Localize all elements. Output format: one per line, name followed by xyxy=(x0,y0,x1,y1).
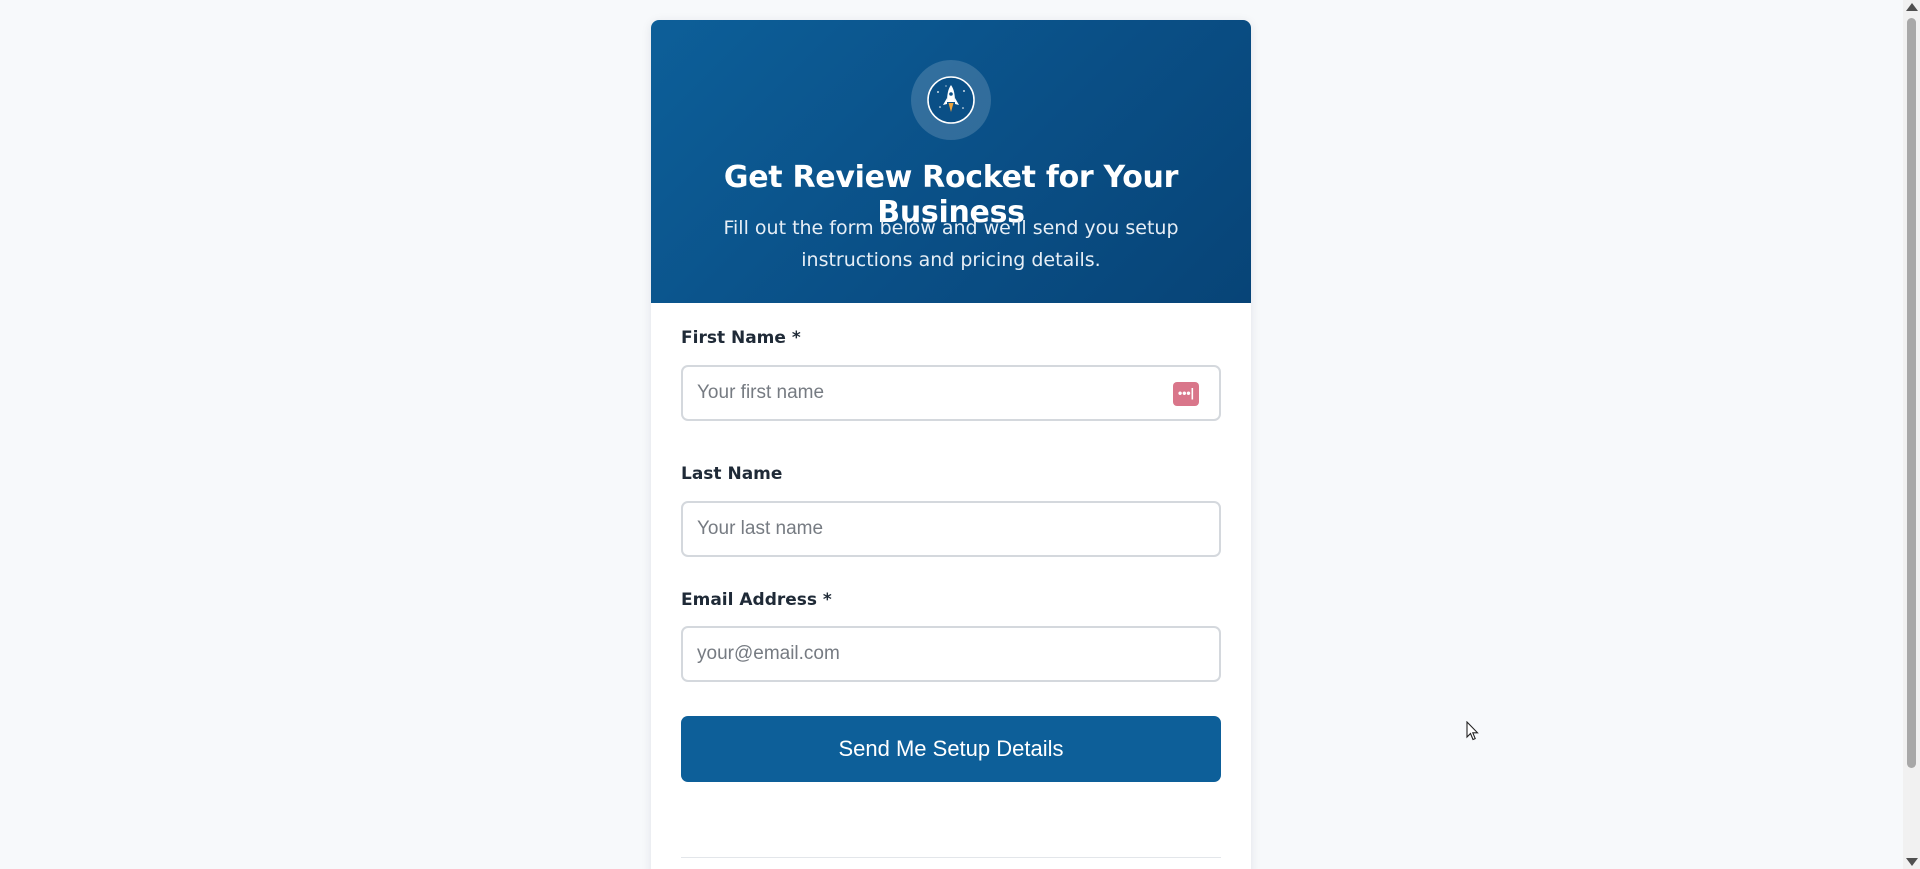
scrollbar-thumb[interactable] xyxy=(1907,18,1916,768)
first-name-input[interactable] xyxy=(683,367,1219,419)
signup-card: Get Review Rocket for Your Business Fill… xyxy=(651,20,1251,869)
mouse-cursor-icon xyxy=(1466,721,1479,741)
card-header: Get Review Rocket for Your Business Fill… xyxy=(651,20,1251,303)
send-setup-details-button[interactable]: Send Me Setup Details xyxy=(681,716,1221,782)
logo-badge xyxy=(911,60,991,140)
email-field-wrapper xyxy=(681,626,1221,682)
page-subtitle: Fill out the form below and we'll send y… xyxy=(723,217,1179,271)
rocket-icon xyxy=(927,76,975,124)
first-name-label: First Name * xyxy=(681,328,801,348)
email-input[interactable] xyxy=(683,628,1219,680)
page: Get Review Rocket for Your Business Fill… xyxy=(0,0,1920,869)
scroll-up-arrow-icon[interactable] xyxy=(1906,3,1918,11)
form-divider xyxy=(681,857,1221,858)
last-name-label: Last Name xyxy=(681,464,783,484)
first-name-field-wrapper: •••| xyxy=(681,365,1221,421)
last-name-input[interactable] xyxy=(683,503,1219,555)
vertical-scrollbar[interactable] xyxy=(1903,0,1920,869)
scroll-down-arrow-icon[interactable] xyxy=(1906,858,1918,866)
email-label: Email Address * xyxy=(681,590,832,610)
password-manager-icon[interactable]: •••| xyxy=(1173,382,1199,406)
last-name-field-wrapper xyxy=(681,501,1221,557)
